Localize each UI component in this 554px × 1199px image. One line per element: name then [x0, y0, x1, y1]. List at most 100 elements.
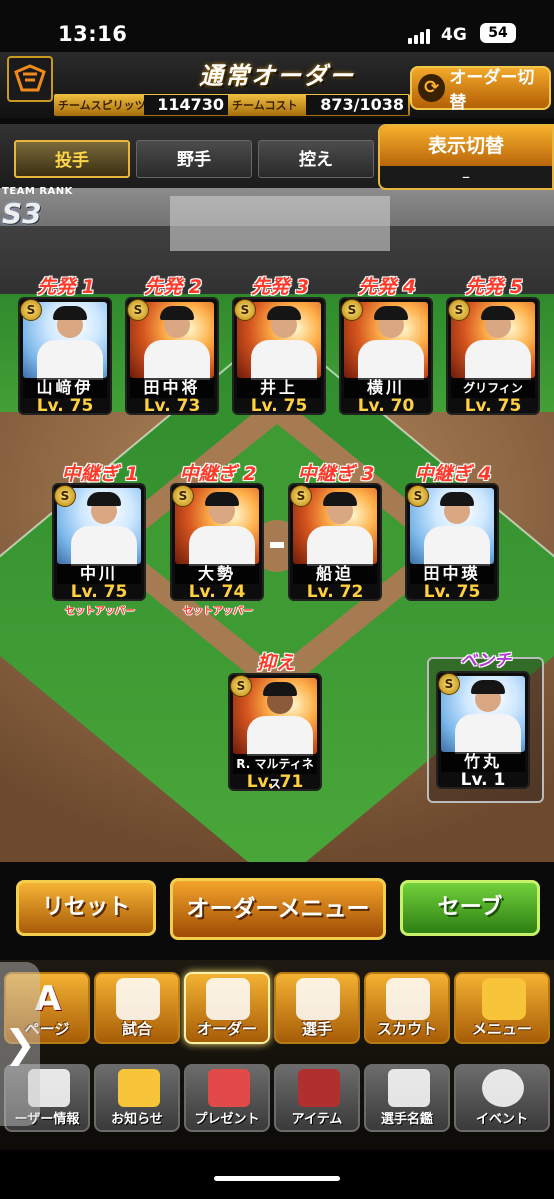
player-icon [296, 978, 340, 1020]
slot-label-starter-2: 先発 2 [144, 276, 202, 298]
player-name: 船迫 [293, 564, 377, 584]
player-card-reliever-4[interactable]: S 田中瑛 Lv. 75 [405, 483, 499, 601]
battery-icon: 54 [480, 23, 516, 43]
player-name: 竹丸 [441, 752, 525, 772]
order-switch-button[interactable]: ⟳ オーダー切替 [410, 66, 551, 113]
s-rank-icon: S [341, 299, 363, 321]
nav-player[interactable]: 選手 [274, 972, 360, 1044]
player-level: Lv. 73 [143, 396, 201, 415]
save-button[interactable]: セーブ [400, 880, 540, 936]
player-name: 田中瑛 [410, 564, 494, 584]
tab-fielder[interactable]: 野手 [136, 140, 252, 178]
nav-label: メニュー [471, 1020, 532, 1038]
scout-card-icon [386, 978, 430, 1020]
side-drawer-handle[interactable]: ❯ [0, 962, 40, 1126]
player-name: 井上 [237, 378, 321, 398]
nav-item[interactable]: アイテム [274, 1064, 360, 1132]
slot-label-starter-5: 先発 5 [465, 276, 523, 298]
item-book-icon [298, 1069, 340, 1107]
bottom-safe-area [0, 1150, 554, 1199]
player-level: Lv. 75 [36, 396, 94, 415]
nav-menu[interactable]: メニュー [454, 972, 550, 1044]
player-name: 中川 [57, 564, 141, 584]
tab-pitcher[interactable]: 投手 [14, 140, 130, 178]
order-menu-button[interactable]: オーダーメニュー [170, 878, 386, 940]
player-level: Lv. 75 [250, 396, 308, 415]
player-card-starter-4[interactable]: S 横川 Lv. 70 [339, 297, 433, 415]
player-name: 田中将 [130, 378, 214, 398]
nav-match[interactable]: 試合 [94, 972, 180, 1044]
player-name: グリフィン [451, 378, 535, 398]
slot-label-reliever-1: 中継ぎ 1 [61, 463, 139, 485]
s-rank-icon: S [127, 299, 149, 321]
player-name: 大勢 [175, 564, 259, 584]
team-rank-label: TEAM RANK [2, 186, 73, 197]
player-card-starter-1[interactable]: S 山﨑伊 Lv. 75 [18, 297, 112, 415]
s-rank-icon: S [20, 299, 42, 321]
role-badge-setup: セットアッパー [183, 606, 253, 617]
nav-notice[interactable]: お知らせ [94, 1064, 180, 1132]
display-switch-button[interactable]: 表示切替 – [378, 124, 554, 190]
nav-scout[interactable]: スカウト [364, 972, 450, 1044]
team-cost-label: チームコスト [232, 99, 298, 112]
slot-label-bench: ベンチ [460, 651, 511, 671]
s-rank-icon: S [234, 299, 256, 321]
team-rank: TEAM RANK S3 [2, 186, 82, 234]
player-card-closer[interactable]: S R. マルティネス Lv. 71 [228, 673, 322, 791]
nav-label: 選手 [301, 1020, 332, 1038]
status-time: 13:16 [58, 22, 128, 46]
player-card-starter-2[interactable]: S 田中将 Lv. 73 [125, 297, 219, 415]
nav-label: プレゼント [194, 1112, 260, 1127]
nav-present[interactable]: プレゼント [184, 1064, 270, 1132]
nav-label: 試合 [121, 1020, 152, 1038]
player-level: Lv. 75 [464, 396, 522, 415]
tab-reserve[interactable]: 控え [258, 140, 374, 178]
slot-label-starter-4: 先発 4 [358, 276, 416, 298]
player-level: Lv. 1 [460, 770, 506, 789]
slot-label-reliever-4: 中継ぎ 4 [414, 463, 492, 485]
nav-event[interactable]: イベント [454, 1064, 550, 1132]
s-rank-icon: S [290, 485, 312, 507]
role-badge-setup: セットアッパー [65, 606, 135, 617]
s-rank-icon: S [230, 675, 252, 697]
display-switch-label: 表示切替 [380, 126, 552, 166]
nav-player-directory[interactable]: 選手名鑑 [364, 1064, 450, 1132]
player-card-bench[interactable]: S 竹丸 Lv. 1 [436, 671, 530, 789]
nav-label: お知らせ [111, 1112, 163, 1127]
nav-order[interactable]: オーダー [184, 972, 270, 1044]
app-screen: 13:16 4G 54 通常オーダー チームスピリッツ 114730 チームコス… [0, 0, 554, 1199]
player-card-reliever-1[interactable]: S 中川 Lv. 75 [52, 483, 146, 601]
slot-label-starter-1: 先発 1 [37, 276, 95, 298]
nav-label: 選手名鑑 [380, 1112, 433, 1127]
player-card-starter-3[interactable]: S 井上 Lv. 75 [232, 297, 326, 415]
order-switch-label: オーダー切替 [449, 68, 535, 113]
menu-mascot-icon [482, 978, 526, 1020]
nav-label: スカウト [376, 1020, 437, 1038]
player-level: Lv. 74 [188, 582, 246, 601]
s-rank-icon: S [172, 485, 194, 507]
player-card-reliever-2[interactable]: S 大勢 Lv. 74 [170, 483, 264, 601]
player-card-starter-5[interactable]: S グリフィン Lv. 75 [446, 297, 540, 415]
player-card-reliever-3[interactable]: S 船迫 Lv. 72 [288, 483, 382, 601]
player-level: Lv. 75 [423, 582, 481, 601]
home-indicator[interactable] [214, 1176, 340, 1181]
player-level: Lv. 75 [70, 582, 128, 601]
player-name: R. マルティネス [233, 754, 317, 789]
player-level: Lv. 70 [357, 396, 415, 415]
player-level: Lv. 71 [246, 772, 304, 791]
nav-label: アイテム [291, 1112, 343, 1127]
player-level: Lv. 72 [306, 582, 364, 601]
s-rank-icon: S [54, 485, 76, 507]
network-type: 4G [441, 25, 467, 45]
slot-label-closer: 抑え [256, 652, 295, 674]
player-directory-icon [388, 1069, 430, 1107]
s-rank-icon: S [407, 485, 429, 507]
nav-label: イベント [475, 1112, 528, 1127]
event-ball-icon [482, 1069, 524, 1107]
reset-button[interactable]: リセット [16, 880, 156, 936]
header-bar: 通常オーダー チームスピリッツ 114730 チームコスト 873/1038 ⟳… [0, 52, 554, 118]
gift-icon [208, 1069, 250, 1107]
notice-icon [118, 1069, 160, 1107]
nav-label: オーダー [196, 1020, 257, 1038]
swap-arrows-icon: ⟳ [418, 74, 446, 102]
